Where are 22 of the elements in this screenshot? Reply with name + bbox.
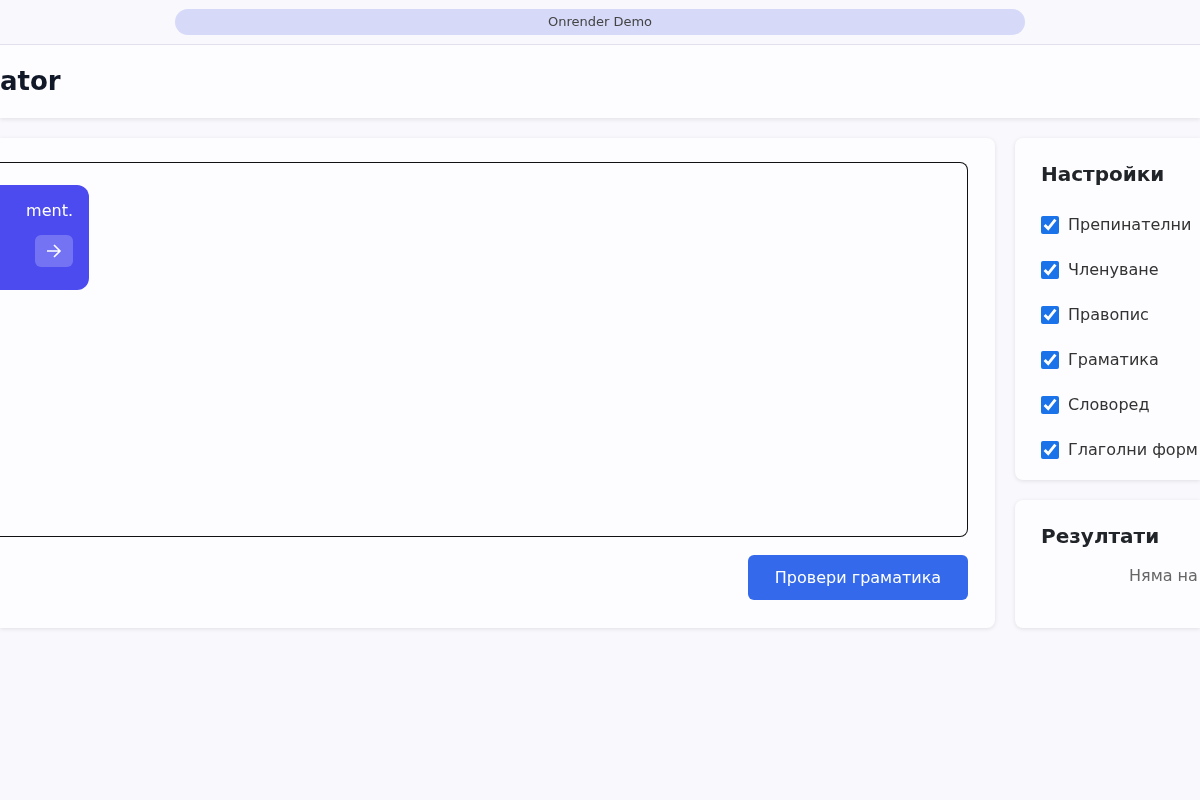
option-label: Правопис: [1068, 303, 1149, 326]
option-label: Словоред: [1068, 393, 1150, 416]
option-label: Препинателни: [1068, 213, 1192, 236]
option-checkbox[interactable]: [1041, 440, 1059, 459]
option-checkbox[interactable]: [1041, 305, 1059, 324]
option-checkbox[interactable]: [1041, 215, 1059, 234]
option-checkbox[interactable]: [1041, 395, 1059, 414]
option-label: Граматика: [1068, 348, 1159, 371]
empty-results-text: Няма на: [1128, 565, 1199, 587]
check-grammar-button[interactable]: Провери граматика: [748, 555, 968, 600]
tooltip-text: ment.: [26, 200, 73, 222]
arrow-right-icon: [46, 244, 62, 258]
next-button[interactable]: [35, 235, 73, 267]
results-heading: Резултати: [1041, 524, 1161, 548]
app-title: ator: [0, 65, 61, 98]
option-label: Глаголни форм: [1068, 438, 1198, 461]
option-label: Членуване: [1068, 258, 1159, 281]
text-input-field[interactable]: ment.: [0, 162, 968, 537]
page-title-bar: Onrender Demo: [175, 9, 1025, 35]
option-checkbox[interactable]: [1041, 260, 1059, 279]
option-checkbox[interactable]: [1041, 350, 1059, 369]
settings-heading: Настройки: [1041, 162, 1166, 186]
